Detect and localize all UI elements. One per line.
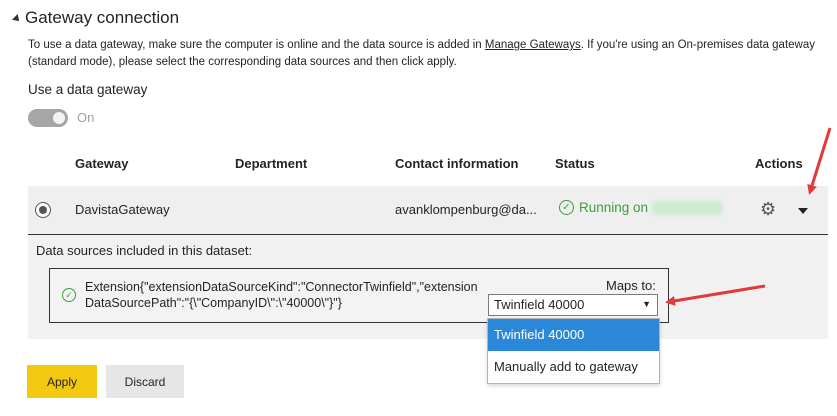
- annotation-arrows: [665, 127, 832, 306]
- annotation-arrow-select: [665, 284, 766, 306]
- annotation-arrow-actions: [807, 127, 832, 195]
